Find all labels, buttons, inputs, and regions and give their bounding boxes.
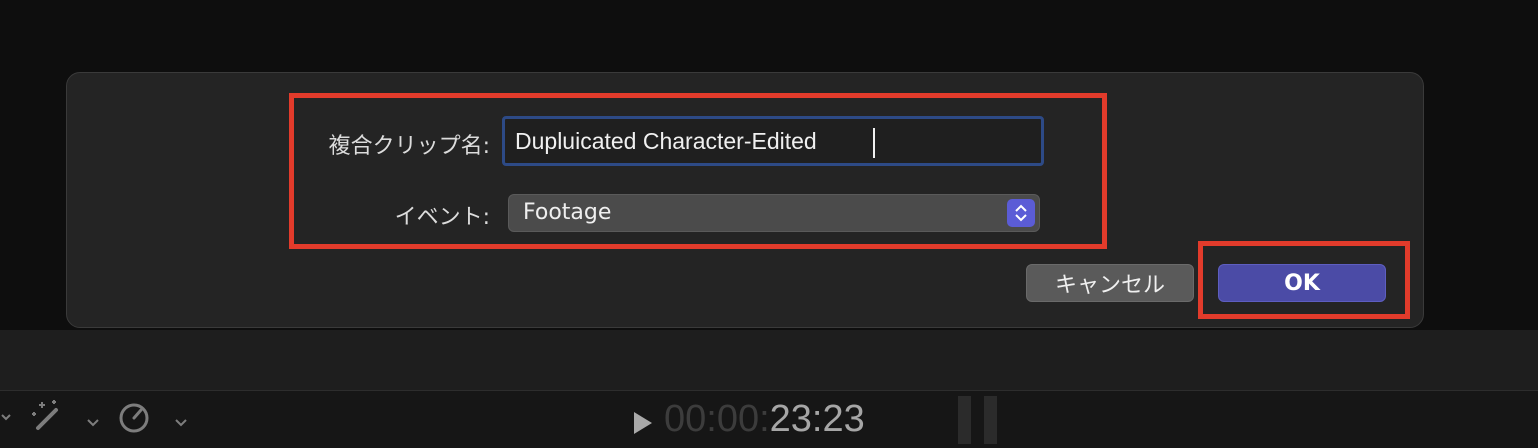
highlight-box-fields — [289, 93, 1107, 249]
toolbar-strip — [0, 330, 1538, 390]
play-icon[interactable] — [634, 412, 652, 434]
timecode-display: 00:00:23:23 — [664, 398, 865, 441]
timecode-value: 23:23 — [769, 398, 865, 440]
highlight-box-ok — [1198, 241, 1410, 319]
chevron-down-icon[interactable] — [86, 410, 100, 435]
audio-meter-bar — [958, 396, 971, 444]
audio-meter-bar — [984, 396, 997, 444]
chevron-down-icon[interactable] — [174, 410, 188, 435]
speed-gauge-icon[interactable] — [116, 401, 152, 441]
magic-wand-icon[interactable] — [28, 398, 64, 440]
timecode-leading: 00:00: — [664, 398, 770, 440]
chevron-down-icon[interactable] — [0, 404, 12, 429]
cancel-button[interactable]: キャンセル — [1026, 264, 1194, 302]
